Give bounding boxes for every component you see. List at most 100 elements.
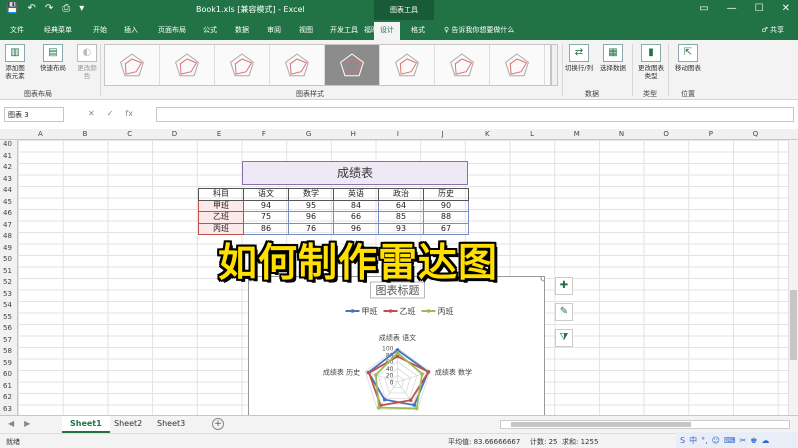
table-header-cell[interactable]: 历史 (423, 188, 469, 201)
tab-formulas[interactable]: 公式 (203, 25, 217, 35)
next-sheet-icon[interactable]: ▶ (24, 419, 30, 428)
horizontal-scrollbar[interactable] (500, 420, 790, 429)
row-header-47[interactable]: 47 (3, 221, 12, 229)
score-table-title[interactable]: 成绩表 (242, 161, 468, 185)
table-cell[interactable]: 75 (243, 211, 289, 224)
series-point[interactable] (367, 371, 371, 375)
add-sheet-button[interactable]: + (212, 418, 224, 430)
table-cell[interactable]: 88 (423, 211, 469, 224)
table-header-cell[interactable]: 英语 (333, 188, 379, 201)
row-header-58[interactable]: 58 (3, 347, 12, 355)
row-header-44[interactable]: 44 (3, 186, 12, 194)
tab-file[interactable]: 文件 (10, 25, 24, 35)
row-header-61[interactable]: 61 (3, 382, 12, 390)
move-chart-button[interactable]: ⇱ 移动图表 (672, 44, 704, 72)
row-header-40[interactable]: 40 (3, 140, 12, 148)
row-header-59[interactable]: 59 (3, 359, 12, 367)
row-header-62[interactable]: 62 (3, 393, 12, 401)
chart-styles-button[interactable]: ✎ (555, 303, 573, 321)
close-icon[interactable]: ✕ (782, 3, 790, 14)
row-header-48[interactable]: 48 (3, 232, 12, 240)
column-header-e[interactable]: E (197, 130, 242, 138)
ribbon-display-icon[interactable]: ▭ (699, 3, 708, 14)
row-header-60[interactable]: 60 (3, 370, 12, 378)
enter-icon[interactable]: ✓ (107, 109, 114, 118)
column-header-p[interactable]: P (689, 130, 734, 138)
row-header-63[interactable]: 63 (3, 405, 12, 413)
sheet-tab-sheet2[interactable]: Sheet2 (106, 416, 150, 433)
column-header-k[interactable]: K (465, 130, 510, 138)
column-header-i[interactable]: I (376, 130, 421, 138)
chart-style-thumb[interactable] (325, 45, 380, 85)
chart-style-thumb[interactable] (105, 45, 160, 85)
series-point[interactable] (395, 351, 400, 355)
table-cell[interactable]: 64 (378, 199, 424, 212)
column-header-n[interactable]: N (599, 130, 644, 138)
column-header-j[interactable]: J (420, 130, 465, 138)
prev-sheet-icon[interactable]: ◀ (8, 419, 14, 428)
minimize-icon[interactable]: — (727, 3, 737, 14)
tab-page-layout[interactable]: 页面布局 (158, 25, 186, 35)
column-header-g[interactable]: G (286, 130, 331, 138)
column-header-h[interactable]: H (331, 130, 376, 138)
row-header-41[interactable]: 41 (3, 152, 12, 160)
row-header-43[interactable]: 43 (3, 175, 12, 183)
tab-insert[interactable]: 插入 (124, 25, 138, 35)
insert-function-icon[interactable]: fx (125, 109, 133, 118)
cancel-icon[interactable]: ✕ (88, 109, 95, 118)
table-cell[interactable]: 94 (243, 199, 289, 212)
row-header-50[interactable]: 50 (3, 255, 12, 263)
table-cell[interactable]: 95 (288, 199, 334, 212)
chart-filters-button[interactable]: ⧩ (555, 329, 573, 347)
chart-style-thumb[interactable] (160, 45, 215, 85)
tab-format[interactable]: 格式 (411, 25, 425, 35)
column-header-o[interactable]: O (644, 130, 689, 138)
row-header-45[interactable]: 45 (3, 198, 12, 206)
chart-style-thumb[interactable] (270, 45, 325, 85)
table-header-cell[interactable]: 语文 (243, 188, 289, 201)
formula-input[interactable] (156, 107, 794, 122)
table-header-cell[interactable]: 政治 (378, 188, 424, 201)
tray-icon[interactable]: °, (701, 436, 708, 445)
tray-icon[interactable]: ☺ (712, 436, 720, 445)
tray-icon[interactable]: ☁ (761, 436, 769, 445)
name-box[interactable]: 图表 3 (4, 107, 64, 122)
tray-icon[interactable]: ⌨ (724, 436, 736, 445)
series-point[interactable] (374, 373, 378, 377)
select-data-button[interactable]: ▦ 选择数据 (598, 44, 628, 72)
undo-icon[interactable]: ↶ (27, 3, 35, 14)
maximize-icon[interactable]: ☐ (755, 3, 764, 14)
tray-icon[interactable]: S (680, 436, 685, 445)
column-header-d[interactable]: D (152, 130, 197, 138)
chart-resize-handle[interactable] (540, 277, 545, 282)
row-header-55[interactable]: 55 (3, 313, 12, 321)
row-header-51[interactable]: 51 (3, 267, 12, 275)
column-header-a[interactable]: A (18, 130, 63, 138)
row-header-54[interactable]: 54 (3, 301, 12, 309)
table-row-label[interactable]: 甲班 (198, 199, 244, 212)
row-header-57[interactable]: 57 (3, 336, 12, 344)
tab-classic-menu[interactable]: 经典菜单 (44, 25, 72, 35)
column-header-l[interactable]: L (510, 130, 555, 138)
sheet-tab-sheet3[interactable]: Sheet3 (149, 416, 193, 433)
tab-design[interactable]: 设计 (374, 22, 400, 40)
vertical-scroll-thumb[interactable] (790, 290, 797, 360)
column-header-f[interactable]: F (242, 130, 287, 138)
series-point[interactable] (408, 398, 413, 402)
horizontal-scroll-thumb[interactable] (511, 422, 691, 427)
series-point[interactable] (377, 405, 381, 410)
tab-developer[interactable]: 开发工具 (330, 25, 358, 35)
row-header-53[interactable]: 53 (3, 290, 12, 298)
tray-icon[interactable]: ♚ (750, 436, 757, 445)
chart-style-thumb[interactable] (490, 45, 545, 85)
tab-data[interactable]: 数据 (235, 25, 249, 35)
row-header-52[interactable]: 52 (3, 278, 12, 286)
tray-icon[interactable]: 中 (689, 435, 697, 446)
print-icon[interactable]: ⎙ (62, 3, 70, 14)
row-header-49[interactable]: 49 (3, 244, 12, 252)
table-cell[interactable]: 66 (333, 211, 379, 224)
series-point[interactable] (414, 406, 419, 411)
chart-style-thumb[interactable] (435, 45, 490, 85)
radar-chart[interactable]: 图表标题 甲班 乙班 丙班 100 80 60 40 20 0 成绩表 语文 成绩表 数学 成绩表 历史 (248, 276, 545, 421)
chart-style-gallery[interactable] (104, 44, 551, 86)
